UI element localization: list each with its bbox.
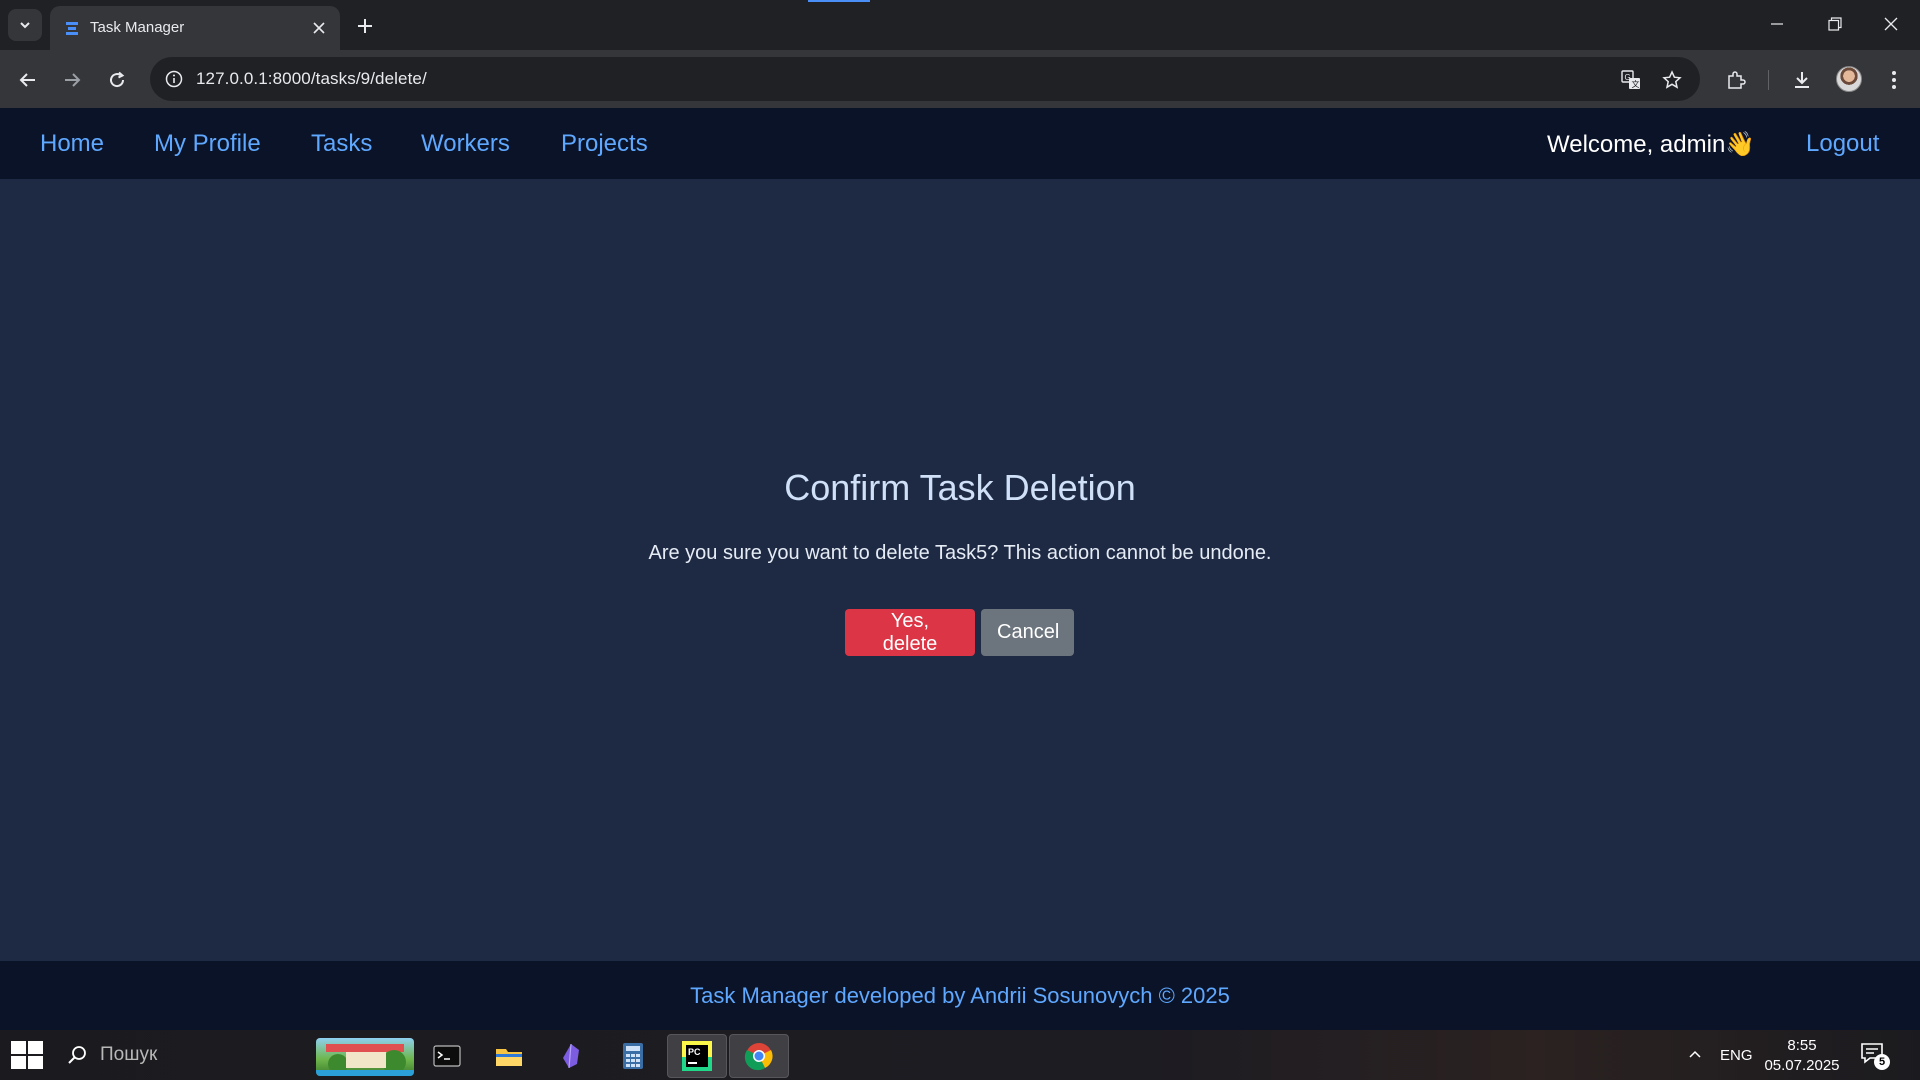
folder-icon [496, 1049, 522, 1066]
browser-tab-bar: Task Manager [0, 0, 1920, 50]
taskbar-calculator[interactable] [610, 1034, 656, 1078]
downloads-button[interactable] [1786, 64, 1818, 96]
browser-menu-button[interactable] [1878, 64, 1910, 96]
reload-icon [110, 71, 125, 88]
taskbar-chrome[interactable] [729, 1034, 789, 1078]
close-icon [1884, 17, 1898, 31]
nav-link-my-profile[interactable]: My Profile [154, 130, 261, 158]
chrome-icon [744, 1043, 773, 1071]
confirm-delete-button[interactable]: Yes, delete [845, 609, 975, 656]
pycharm-icon: PC [682, 1041, 712, 1071]
nav-link-tasks[interactable]: Tasks [311, 130, 372, 158]
plus-icon [358, 19, 372, 33]
url-text[interactable]: 127.0.0.1:8000/tasks/9/delete/ [196, 69, 427, 89]
puzzle-icon [1728, 71, 1746, 89]
obsidian-icon [563, 1043, 579, 1069]
notification-count-badge: 5 [1874, 1054, 1890, 1070]
restore-button[interactable] [1806, 0, 1864, 48]
welcome-text: Welcome, admin👋 [1547, 131, 1756, 158]
download-icon [1795, 72, 1809, 88]
terminal-icon [433, 1045, 461, 1067]
nav-link-home[interactable]: Home [40, 130, 104, 158]
notification-center-button[interactable]: 5 [1860, 1042, 1890, 1070]
svg-text:文: 文 [1632, 79, 1640, 89]
search-placeholder: Пошук [100, 1044, 158, 1065]
show-hidden-icons-button[interactable] [1688, 1030, 1702, 1080]
main-content: Confirm Task Deletion Are you sure you w… [0, 179, 1920, 961]
toolbar-separator [1768, 70, 1769, 90]
tab-favicon-icon [66, 22, 78, 35]
reload-button[interactable] [101, 64, 133, 96]
confirm-actions: Yes, delete Cancel [845, 609, 1074, 656]
taskbar-obsidian[interactable] [548, 1034, 594, 1078]
new-tab-button[interactable] [350, 11, 380, 41]
site-navbar: Home My Profile Tasks Workers Projects W… [0, 108, 1920, 179]
address-bar[interactable]: 127.0.0.1:8000/tasks/9/delete/ G文 [150, 57, 1700, 101]
tab-search-button[interactable] [8, 9, 42, 41]
profile-avatar[interactable] [1836, 66, 1862, 92]
search-highlight-widget[interactable] [316, 1038, 414, 1076]
browser-toolbar: 127.0.0.1:8000/tasks/9/delete/ G文 [0, 50, 1920, 108]
arrow-left-icon [19, 73, 35, 87]
minimize-button[interactable] [1748, 0, 1806, 48]
search-highlight-image [316, 1044, 414, 1076]
input-language-indicator[interactable]: ENG [1720, 1030, 1753, 1080]
clock-date: 05.07.2025 [1764, 1057, 1840, 1074]
tab-title: Task Manager [90, 19, 185, 36]
footer-credit: Task Manager developed by Andrii Sosunov… [690, 983, 1230, 1008]
close-window-button[interactable] [1862, 0, 1920, 48]
page-title: Confirm Task Deletion [784, 467, 1136, 508]
tab-close-icon[interactable] [308, 17, 330, 39]
clock-time: 8:55 [1787, 1037, 1817, 1054]
chevron-up-icon [1689, 1050, 1701, 1058]
taskbar-file-explorer[interactable] [486, 1034, 532, 1078]
windows-start-icon[interactable] [10, 1040, 44, 1070]
logout-link[interactable]: Logout [1806, 130, 1879, 158]
extensions-button[interactable] [1720, 64, 1752, 96]
tab-loading-indicator [808, 0, 870, 2]
minimize-icon [1771, 23, 1783, 25]
nav-link-workers[interactable]: Workers [421, 130, 510, 158]
site-footer: Task Manager developed by Andrii Sosunov… [0, 961, 1920, 1030]
search-icon [68, 1046, 86, 1064]
chevron-down-icon [20, 22, 30, 29]
nav-link-projects[interactable]: Projects [561, 130, 648, 158]
site-info-icon[interactable] [162, 67, 186, 91]
taskbar-pycharm[interactable]: PC [667, 1034, 727, 1078]
forward-button[interactable] [56, 64, 88, 96]
restore-icon [1828, 17, 1842, 31]
translate-icon[interactable]: G文 [1618, 67, 1644, 93]
more-vertical-icon [1892, 71, 1896, 89]
taskbar-terminal[interactable] [424, 1034, 470, 1078]
taskbar-search[interactable]: Пошук [66, 1042, 157, 1068]
confirm-message: Are you sure you want to delete Task5? T… [648, 542, 1272, 564]
back-button[interactable] [12, 64, 44, 96]
cancel-button[interactable]: Cancel [981, 609, 1074, 656]
windows-taskbar: Пошук PC ENG 8:55 05.07.2025 5 [0, 1030, 1920, 1080]
bookmark-star-icon[interactable] [1659, 67, 1685, 93]
taskbar-clock[interactable]: 8:55 05.07.2025 [1760, 1036, 1844, 1076]
browser-tab-task-manager[interactable]: Task Manager [50, 6, 340, 50]
svg-text:PC: PC [688, 1047, 701, 1057]
calculator-icon [623, 1043, 643, 1069]
arrow-right-icon [65, 73, 81, 87]
